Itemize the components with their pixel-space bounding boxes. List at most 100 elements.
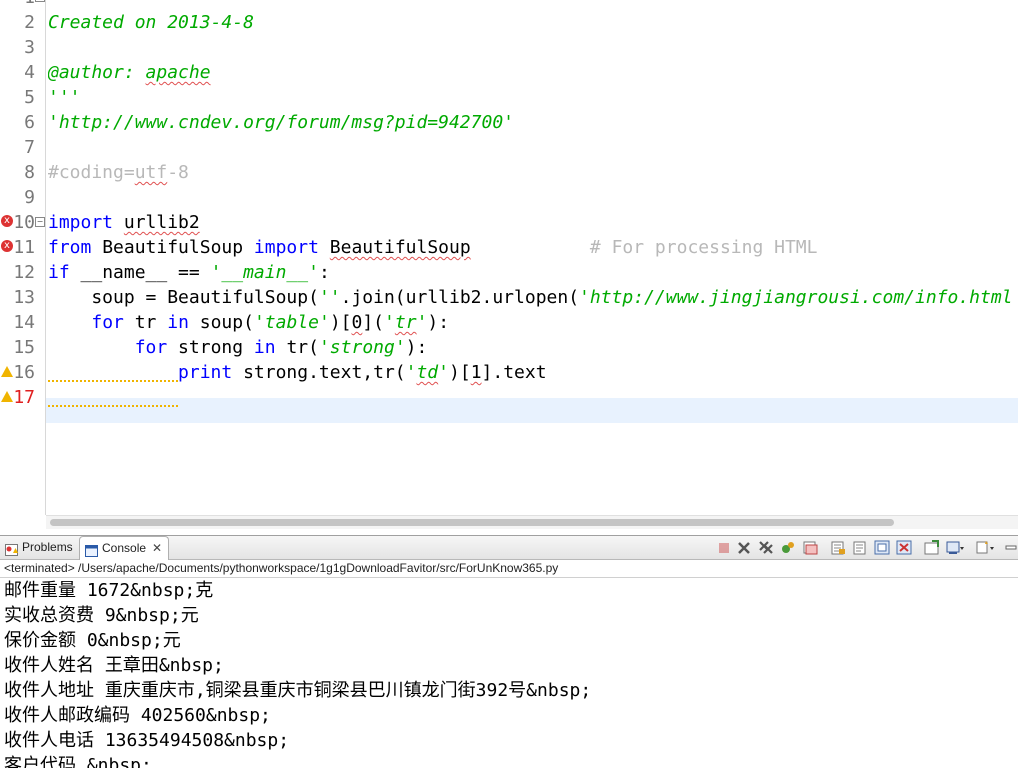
debug-icon[interactable] xyxy=(780,540,796,555)
open-console-icon[interactable] xyxy=(924,540,940,555)
minimize-view-icon[interactable] xyxy=(1004,540,1018,555)
line-number-ruler: 1−2345678910x−11x121314151617 xyxy=(0,0,46,515)
line-number: 15 xyxy=(0,335,45,360)
console-output-line: 邮件重量 1672&nbsp;克 xyxy=(4,580,214,601)
horizontal-scrollbar[interactable] xyxy=(46,515,1018,529)
code-token: from xyxy=(48,237,92,258)
terminate-icon[interactable] xyxy=(716,540,732,555)
code-editor[interactable]: 1−2345678910x−11x121314151617 '''Created… xyxy=(0,0,1018,529)
code-token: ' xyxy=(384,312,395,333)
code-line[interactable]: from BeautifulSoup import BeautifulSoup … xyxy=(48,235,817,260)
code-token: : xyxy=(318,262,330,283)
line-number-text: 5 xyxy=(24,87,35,108)
code-token: ]( xyxy=(362,312,385,333)
line-number-text: 8 xyxy=(24,162,35,183)
code-area[interactable]: '''Created on 2013-4-8@author: apache'''… xyxy=(48,0,1018,515)
line-number: 9 xyxy=(0,185,45,210)
code-token: -8 xyxy=(167,162,189,183)
line-number: 4 xyxy=(0,60,45,85)
code-line[interactable]: soup = BeautifulSoup(''.join(urllib2.url… xyxy=(48,285,1012,310)
code-token: '__main__' xyxy=(210,262,319,283)
code-token: Created on 2013-4-8 xyxy=(48,12,254,33)
line-number-text: 2 xyxy=(24,12,35,33)
code-token: import xyxy=(253,237,319,258)
code-token: ): xyxy=(427,312,450,333)
line-number-text: 12 xyxy=(13,262,35,283)
line-number-text: 16 xyxy=(13,362,35,383)
code-token: apache xyxy=(145,62,211,83)
code-line[interactable]: import urllib2 xyxy=(48,210,200,235)
console-icon xyxy=(85,542,98,557)
line-number: 6 xyxy=(0,110,45,135)
error-marker-icon[interactable]: x xyxy=(1,215,13,227)
line-number: 13 xyxy=(0,285,45,310)
line-number-text: 11 xyxy=(13,237,35,258)
clear-console-icon[interactable] xyxy=(802,540,818,555)
tab-label: Console xyxy=(102,541,147,555)
code-line[interactable] xyxy=(48,385,179,410)
close-tab-icon[interactable]: ✕ xyxy=(152,537,162,560)
scroll-lock-icon[interactable] xyxy=(830,540,846,555)
code-line[interactable]: Created on 2013-4-8 xyxy=(48,10,254,35)
word-wrap-icon[interactable] xyxy=(852,540,868,555)
console-output-line: 收件人地址 重庆重庆市,铜梁县重庆市铜梁县巴川镇龙门街392号&nbsp; xyxy=(4,680,592,701)
code-token: '' xyxy=(318,287,341,308)
code-token: BeautifulSoup xyxy=(329,237,471,258)
indent-warning xyxy=(48,385,179,407)
code-line[interactable]: for tr in soup('table')[0]('tr'): xyxy=(48,310,449,335)
line-number: 17 xyxy=(0,385,45,410)
view-menu-icon[interactable] xyxy=(976,540,994,555)
code-line[interactable]: for strong in tr('strong'): xyxy=(48,335,428,360)
display-selected-icon[interactable] xyxy=(896,540,912,555)
remove-launch-icon[interactable] xyxy=(736,540,752,555)
line-number-text: 9 xyxy=(24,187,35,208)
code-token: 'strong' xyxy=(318,337,406,358)
line-number-text: 10 xyxy=(13,212,35,233)
code-token: BeautifulSoup xyxy=(91,237,254,258)
line-number: 3 xyxy=(0,35,45,60)
code-token: print xyxy=(178,362,233,383)
code-token: in xyxy=(167,312,189,333)
console-output[interactable]: 邮件重量 1672&nbsp;克 实收总资费 9&nbsp;元 保价金额 0&nbs… xyxy=(0,578,1018,768)
fold-toggle-icon[interactable]: − xyxy=(35,217,45,227)
tab-console[interactable]: Console ✕ xyxy=(79,536,169,560)
line-number-text: 14 xyxy=(13,312,35,333)
console-output-line: 收件人姓名 王章田&nbsp; xyxy=(4,655,224,676)
code-line[interactable]: 'http://www.cndev.org/forum/msg?pid=9427… xyxy=(48,110,514,135)
line-number-text: 6 xyxy=(24,112,35,133)
line-number-text: 15 xyxy=(13,337,35,358)
code-token: for xyxy=(91,312,124,333)
code-token: ' xyxy=(438,362,449,383)
code-token: tr xyxy=(123,312,168,333)
console-output-line: 保价金额 0&nbsp;元 xyxy=(4,630,181,651)
error-marker-icon[interactable]: x xyxy=(1,240,13,252)
code-token: tr( xyxy=(275,337,319,358)
code-token: soup( xyxy=(188,312,254,333)
code-token: @author: xyxy=(48,62,146,83)
code-line[interactable]: #coding=utf-8 xyxy=(48,160,189,185)
tab-problems[interactable]: Problems xyxy=(0,536,76,559)
code-line[interactable]: print strong.text,tr('td')[1].text xyxy=(48,360,547,385)
line-number: 8 xyxy=(0,160,45,185)
fold-toggle-icon[interactable]: − xyxy=(35,0,45,2)
remove-all-icon[interactable] xyxy=(758,540,774,555)
line-number-text: 13 xyxy=(13,287,35,308)
code-line[interactable]: ''' xyxy=(48,85,81,110)
indent-warning xyxy=(48,360,179,382)
line-number: 7 xyxy=(0,135,45,160)
new-console-icon[interactable] xyxy=(946,540,964,555)
line-number: 12 xyxy=(0,260,45,285)
warning-marker-icon[interactable] xyxy=(1,391,13,402)
console-output-line: 客户代码 &nbsp; xyxy=(4,755,152,768)
code-line[interactable]: ''' xyxy=(48,0,81,10)
pin-console-icon[interactable] xyxy=(874,540,890,555)
code-line[interactable]: if __name__ == '__main__': xyxy=(48,260,330,285)
console-view: Problems Console ✕ <terminated> /Users/a… xyxy=(0,535,1018,768)
code-token: 'table' xyxy=(253,312,330,333)
line-number-text: 17 xyxy=(13,387,35,408)
code-line[interactable]: @author: apache xyxy=(48,60,211,85)
scrollbar-thumb[interactable] xyxy=(50,519,894,526)
warning-marker-icon[interactable] xyxy=(1,366,13,377)
code-token: in xyxy=(253,337,276,358)
